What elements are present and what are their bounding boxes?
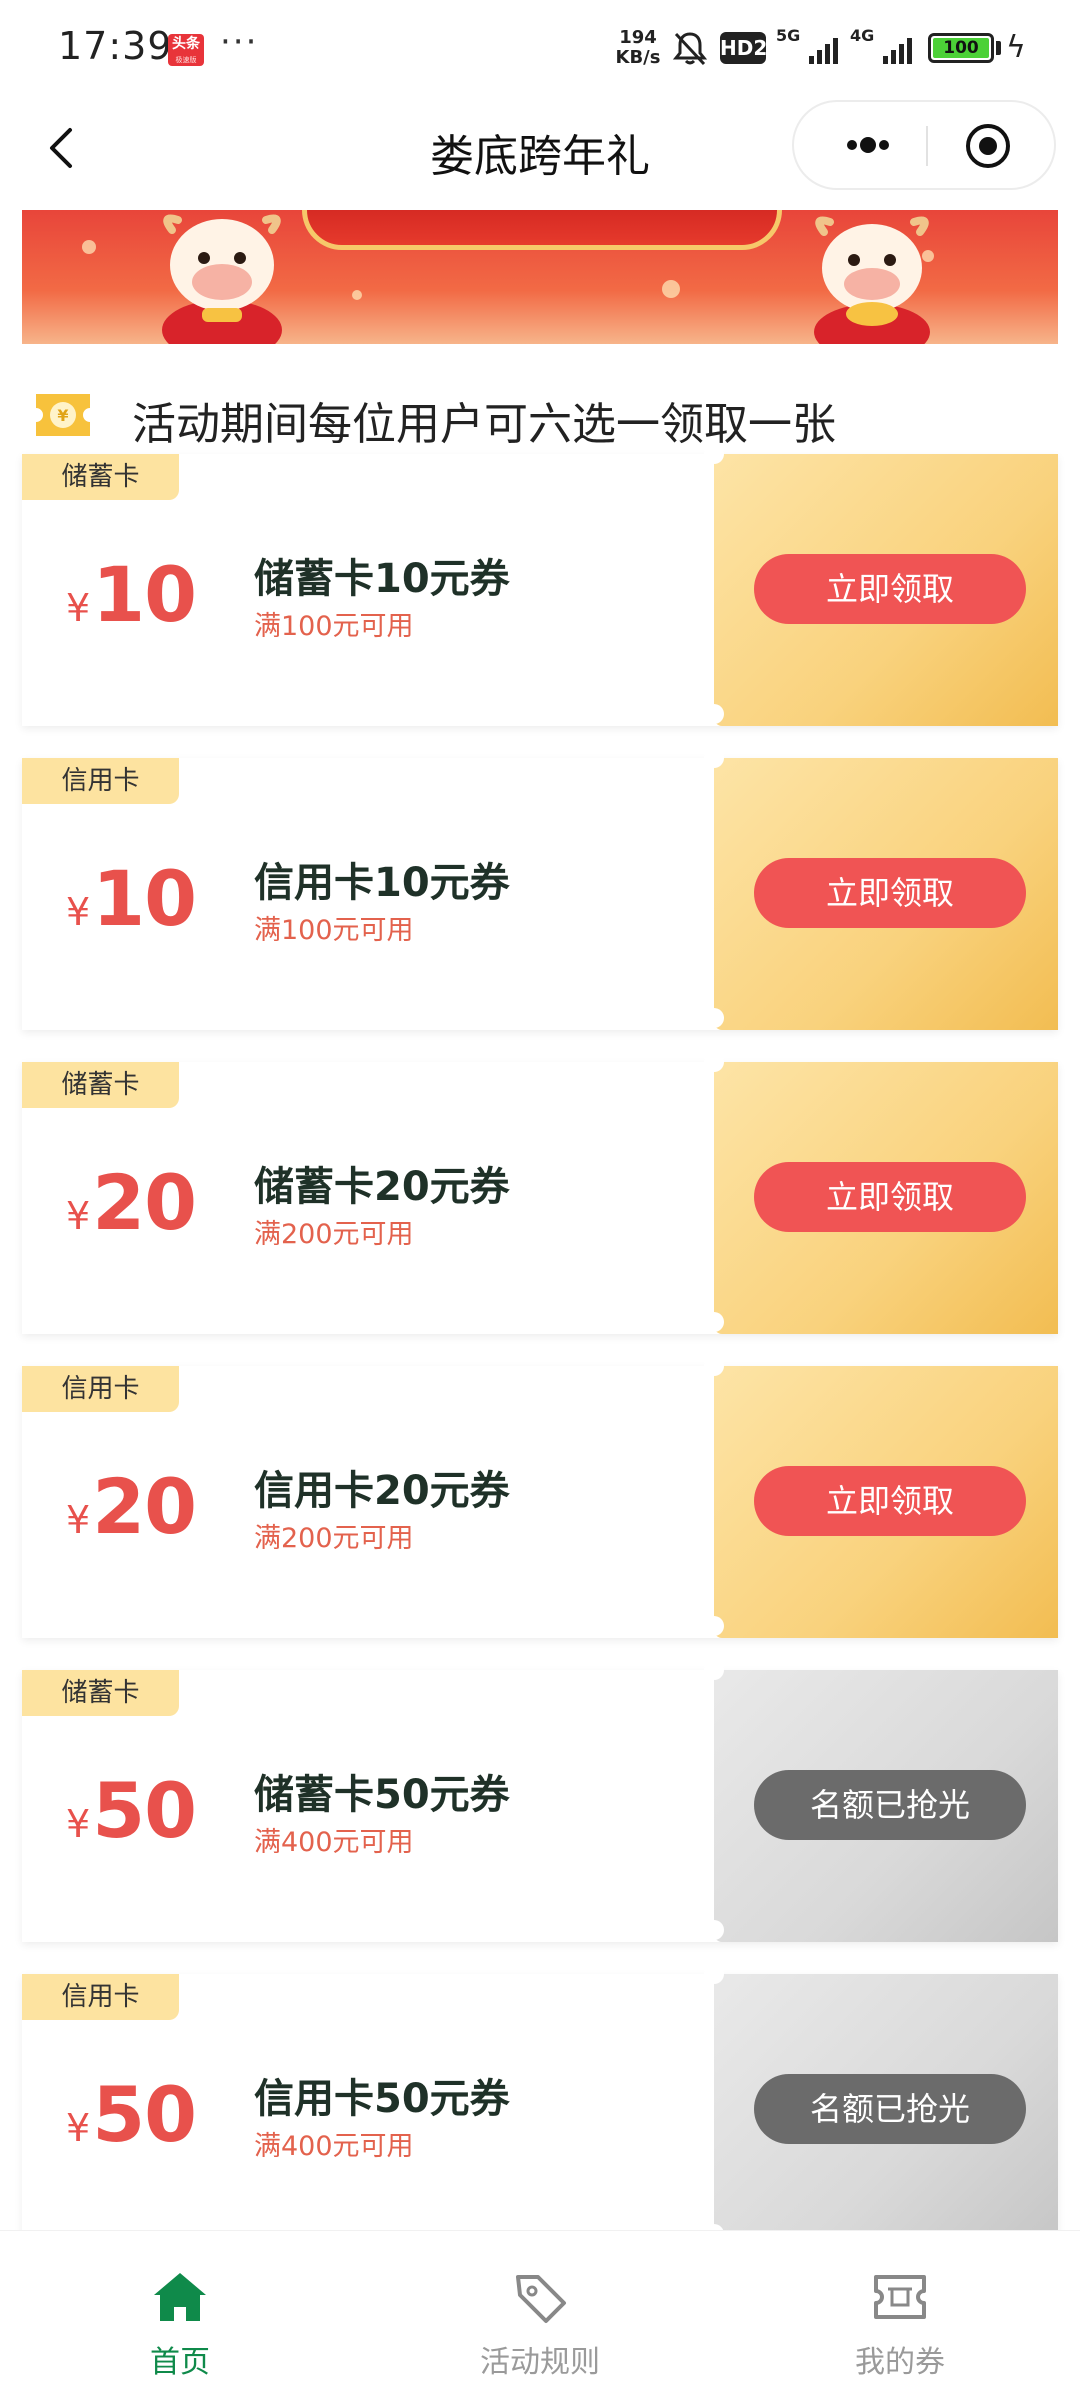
coupon-card: 储蓄卡 ¥10 储蓄卡10元券 满100元可用 立即领取 (22, 444, 1058, 726)
miniprogram-capsule (792, 100, 1056, 190)
sold-out-button[interactable]: 名额已抢光 (754, 1770, 1026, 1840)
coupon-title: 信用卡10元券 (254, 860, 510, 906)
coupon-card-type-tag: 储蓄卡 (22, 454, 179, 500)
coupon-condition: 满100元可用 (254, 915, 414, 946)
tag-icon (516, 2275, 566, 2323)
mute-bell-icon (672, 32, 708, 66)
coupon-condition: 满400元可用 (254, 1827, 414, 1858)
signal-4g-label: 4G (850, 26, 875, 45)
coupon-stub: 立即领取 (704, 444, 1058, 726)
coupon-card-type-tag: 信用卡 (22, 1366, 179, 1412)
coupon-amount-value: 20 (92, 1158, 197, 1247)
coupon-condition: 满100元可用 (254, 611, 414, 642)
news-badge-label: 头条 (172, 36, 200, 52)
network-speed-unit: KB/s (615, 47, 661, 68)
tab-rules[interactable]: 活动规则 (360, 2231, 720, 2400)
coupon-condition: 满400元可用 (254, 2131, 414, 2162)
coupon-card-type-tag: 储蓄卡 (22, 1670, 179, 1716)
coupon-amount-value: 20 (92, 1462, 197, 1551)
currency-symbol: ¥ (66, 890, 91, 934)
currency-symbol: ¥ (66, 1194, 91, 1238)
coupon-title: 信用卡50元券 (254, 2076, 510, 2122)
signal-5g-label: 5G (776, 26, 801, 45)
charging-bolt-icon: ϟ (1006, 30, 1026, 65)
hd-voice-badge: HD2 (720, 32, 767, 64)
svg-text:¥: ¥ (57, 406, 68, 425)
network-speed-value: 194 (619, 27, 657, 48)
more-options-icon[interactable] (822, 102, 912, 188)
coupon-amount-value: 10 (92, 854, 197, 943)
coupon-title: 储蓄卡50元券 (254, 1772, 510, 1818)
news-app-badge: 头条 极速版 (168, 34, 204, 66)
coupon-stub: 立即领取 (704, 748, 1058, 1030)
coupon-stub: 名额已抢光 (704, 1660, 1058, 1942)
status-bar: 17:39 头条 极速版 ··· 194 KB/s HD2 5G 4G 100 … (0, 0, 1080, 96)
tab-rules-label: 活动规则 (480, 2345, 600, 2380)
coupon-ticket-icon: ¥ (36, 394, 90, 436)
coupon-amount-value: 50 (92, 1766, 197, 1855)
coupon-stub: 立即领取 (704, 1356, 1058, 1638)
home-icon (154, 2273, 206, 2321)
ox-mascot-right-image (814, 216, 930, 344)
coupon-title: 储蓄卡10元券 (254, 556, 510, 602)
coupon-card: 信用卡 ¥50 信用卡50元券 满400元可用 名额已抢光 (22, 1964, 1058, 2246)
claim-button[interactable]: 立即领取 (754, 1466, 1026, 1536)
coupon-card-type-tag: 储蓄卡 (22, 1062, 179, 1108)
coupon-card-type-tag: 信用卡 (22, 758, 179, 804)
coupon-amount: ¥50 (66, 2070, 226, 2159)
coupon-amount: ¥20 (66, 1158, 226, 1247)
ticket-icon (874, 2275, 926, 2319)
nav-bar: 娄底跨年礼 (0, 96, 1080, 206)
status-time: 17:39 (58, 24, 173, 68)
tab-my-coupons-label: 我的券 (855, 2345, 945, 2380)
coupon-amount: ¥10 (66, 550, 226, 639)
coupon-card: 储蓄卡 ¥20 储蓄卡20元券 满200元可用 立即领取 (22, 1052, 1058, 1334)
tab-home-label: 首页 (150, 2345, 210, 2380)
coupon-amount-value: 10 (92, 550, 197, 639)
close-miniprogram-icon[interactable] (964, 122, 1012, 170)
more-notifications-icon: ··· (220, 22, 259, 62)
coupon-stub: 名额已抢光 (704, 1964, 1058, 2246)
promo-banner[interactable] (22, 210, 1058, 344)
coupon-title: 信用卡20元券 (254, 1468, 510, 1514)
network-speed: 194 KB/s (612, 28, 664, 68)
claim-button[interactable]: 立即领取 (754, 554, 1026, 624)
coupon-condition: 满200元可用 (254, 1219, 414, 1250)
coupon-card: 储蓄卡 ¥50 储蓄卡50元券 满400元可用 名额已抢光 (22, 1660, 1058, 1942)
currency-symbol: ¥ (66, 2106, 91, 2150)
battery-icon: 100 (928, 33, 994, 63)
coupon-card-type-tag: 信用卡 (22, 1974, 179, 2020)
coupon-stub: 立即领取 (704, 1052, 1058, 1334)
coupon-title: 储蓄卡20元券 (254, 1164, 510, 1210)
claim-hint-text: 活动期间每位用户可六选一领取一张 (132, 399, 836, 450)
signal-5g-icon: 5G (776, 26, 846, 68)
coupon-card: 信用卡 ¥20 信用卡20元券 满200元可用 立即领取 (22, 1356, 1058, 1638)
ox-mascot-left-image (162, 214, 282, 344)
currency-symbol: ¥ (66, 586, 91, 630)
battery-tip (996, 41, 1001, 55)
coupon-amount: ¥10 (66, 854, 226, 943)
signal-4g-icon: 4G (850, 26, 920, 68)
tab-home[interactable]: 首页 (0, 2231, 360, 2400)
coupon-card: 信用卡 ¥10 信用卡10元券 满100元可用 立即领取 (22, 748, 1058, 1030)
claim-button[interactable]: 立即领取 (754, 858, 1026, 928)
currency-symbol: ¥ (66, 1498, 91, 1542)
claim-button[interactable]: 立即领取 (754, 1162, 1026, 1232)
battery-level: 100 (933, 38, 989, 58)
claim-hint: ¥ 活动期间每位用户可六选一领取一张 (32, 384, 1052, 450)
bottom-tab-bar: 首页 活动规则 我的券 (0, 2230, 1080, 2400)
banner-plaque (302, 210, 782, 250)
currency-symbol: ¥ (66, 1802, 91, 1846)
tab-my-coupons[interactable]: 我的券 (720, 2231, 1080, 2400)
coupon-amount-value: 50 (92, 2070, 197, 2159)
sold-out-button[interactable]: 名额已抢光 (754, 2074, 1026, 2144)
coupon-amount: ¥50 (66, 1766, 226, 1855)
capsule-divider (926, 126, 928, 166)
coupon-condition: 满200元可用 (254, 1523, 414, 1554)
coupon-amount: ¥20 (66, 1462, 226, 1551)
news-badge-sublabel: 极速版 (175, 56, 197, 64)
